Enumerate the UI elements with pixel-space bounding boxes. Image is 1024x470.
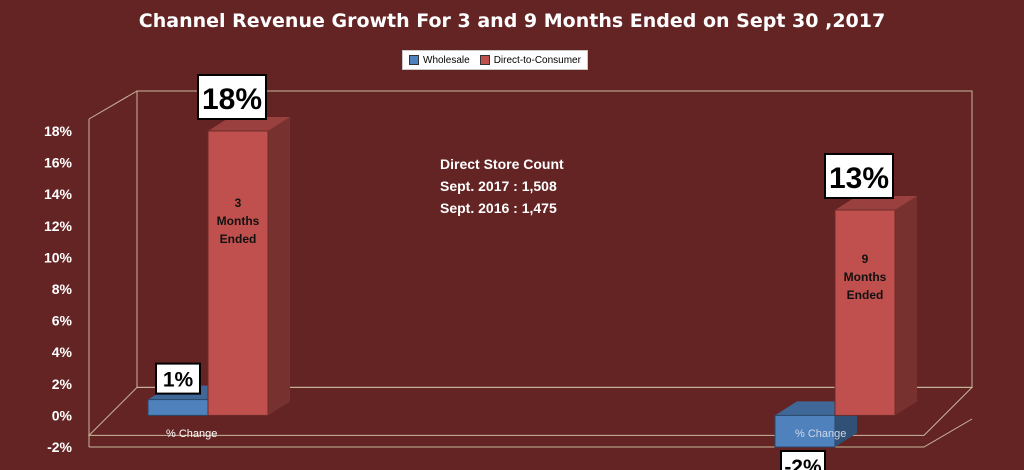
y-tick-label: 2% — [52, 376, 73, 392]
x-category-label: % Change — [795, 428, 846, 440]
dtc-value-label: 13% — [829, 162, 889, 195]
legend-swatch-dtc — [479, 55, 490, 65]
legend: Wholesale Direct-to-Consumer — [402, 50, 588, 70]
x-category-label: % Change — [166, 428, 217, 440]
dtc-inner-label: Ended — [220, 232, 257, 246]
y-tick-label: 0% — [52, 407, 73, 423]
chart-area: -2% 0% 2% 4% 6% 8% 10% 12% 14% 16% 18% 3 Months Ended… — [0, 0, 1024, 470]
dtc-bar — [834, 209, 896, 416]
y-tick-label: 8% — [52, 281, 73, 297]
dtc-inner-label: Ended — [847, 288, 884, 302]
chart-svg: -2% 0% 2% 4% 6% 8% 10% 12% 14% 16% 18% 3 Months Ended… — [44, 74, 974, 470]
legend-swatch-wholesale — [409, 55, 419, 65]
y-tick-label: 16% — [44, 155, 73, 171]
dtc-inner-label: 3 — [235, 196, 242, 210]
legend-item-wholesale: Wholesale — [409, 55, 470, 66]
store-count-annotation: Direct Store Count Sept. 2017 : 1,508 Se… — [440, 153, 564, 219]
side-wall-edge — [88, 90, 138, 120]
wholesale-value-label: -2% — [784, 456, 822, 470]
dtc-bar-side — [268, 117, 290, 416]
wholesale-bar — [147, 399, 209, 416]
y-tick-label: 4% — [52, 344, 73, 360]
y-tick-label: 10% — [44, 249, 73, 265]
wholesale-value-label: 1% — [163, 369, 194, 392]
annotation-line: Sept. 2017 : 1,508 — [440, 178, 557, 194]
annotation-line: Direct Store Count — [440, 156, 564, 172]
dtc-value-label: 18% — [202, 83, 262, 116]
y-tick-label: 14% — [44, 186, 73, 202]
legend-label-dtc: Direct-to-Consumer — [493, 54, 581, 66]
legend-item-dtc: Direct-to-Consumer — [479, 54, 581, 66]
dtc-bar — [207, 130, 269, 416]
legend-label-wholesale: Wholesale — [423, 54, 470, 66]
y-tick-label: 18% — [44, 123, 73, 139]
annotation-line: Sept. 2016 : 1,475 — [440, 200, 557, 216]
y-tick-label: 12% — [44, 218, 73, 234]
chart-title: Channel Revenue Growth For 3 and 9 Month… — [138, 10, 886, 32]
y-tick-label: 6% — [52, 313, 73, 329]
y-tick-label: -2% — [47, 439, 72, 455]
dtc-inner-label: Months — [844, 270, 887, 284]
dtc-bar-side — [895, 196, 917, 416]
dtc-inner-label: 9 — [862, 252, 869, 266]
dtc-inner-label: Months — [217, 214, 260, 228]
